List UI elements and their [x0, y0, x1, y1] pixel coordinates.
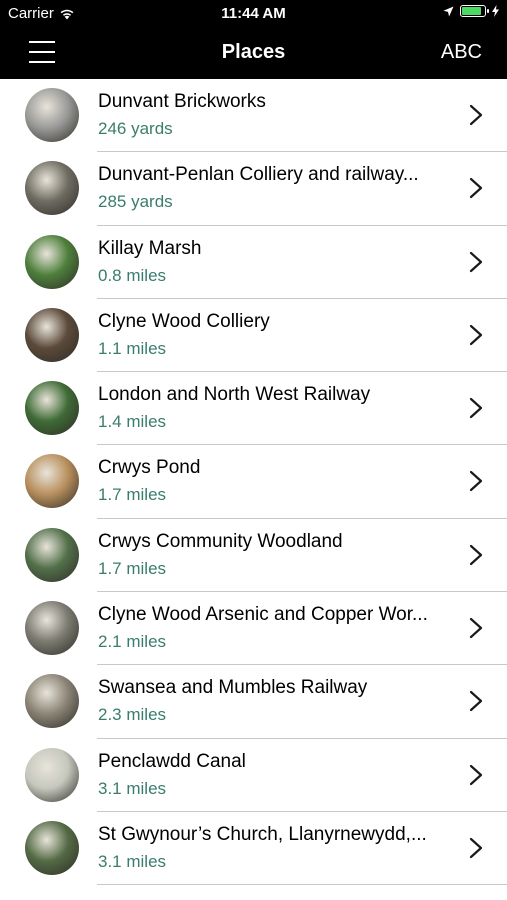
chevron-right-icon — [469, 471, 483, 492]
place-thumbnail — [25, 307, 79, 362]
place-distance: 1.4 miles — [98, 412, 167, 432]
navigation-bar: Places ABC — [0, 28, 507, 79]
list-item[interactable]: St Gwynour’s Church, Llanyrnewydd,... 3.… — [0, 812, 507, 886]
chevron-right-icon — [469, 324, 483, 345]
chevron-right-icon — [469, 104, 483, 126]
place-name: Swansea and Mumbles Railway — [98, 677, 368, 699]
place-name: Dunvant-Penlan Colliery and railway... — [98, 164, 419, 186]
place-thumbnail — [25, 601, 79, 656]
place-distance: 285 yards — [98, 192, 173, 212]
place-name: Crwys Community Woodland — [98, 530, 343, 552]
place-distance: 1.1 miles — [98, 338, 167, 358]
place-name: Killay Marsh — [98, 237, 202, 259]
chevron-right-icon — [469, 764, 483, 785]
places-list: Dunvant Brickworks 246 yards Dunvant-Pen… — [0, 79, 507, 886]
charging-bolt-icon — [492, 5, 499, 17]
place-thumbnail — [25, 527, 79, 582]
place-thumbnail — [25, 747, 79, 802]
place-distance: 3.1 miles — [98, 851, 167, 871]
row-divider — [97, 884, 507, 886]
place-name: St Gwynour’s Church, Llanyrnewydd,... — [98, 823, 427, 845]
sort-abc-button[interactable]: ABC — [441, 41, 482, 64]
page-title: Places — [221, 41, 286, 63]
place-distance: 2.1 miles — [98, 632, 167, 652]
chevron-right-icon — [469, 691, 483, 712]
place-name: Clyne Wood Colliery — [98, 310, 270, 332]
status-right — [443, 5, 499, 17]
status-time: 11:44 AM — [221, 5, 286, 22]
list-item[interactable]: Killay Marsh 0.8 miles — [0, 226, 507, 299]
status-bar: Carrier 11:44 AM — [0, 0, 507, 28]
place-name: Clyne Wood Arsenic and Copper Wor... — [98, 604, 428, 626]
list-item[interactable]: Dunvant Brickworks 246 yards — [0, 79, 507, 153]
battery-icon — [460, 5, 489, 17]
chevron-right-icon — [469, 178, 483, 199]
place-distance: 1.7 miles — [98, 485, 167, 505]
list-item[interactable]: Crwys Community Woodland 1.7 miles — [0, 519, 507, 593]
place-thumbnail — [25, 161, 79, 216]
chevron-right-icon — [469, 398, 483, 419]
place-thumbnail — [25, 88, 79, 142]
place-distance: 0.8 miles — [98, 265, 167, 285]
location-arrow-icon — [443, 6, 454, 16]
place-distance: 1.7 miles — [98, 558, 167, 578]
list-item[interactable]: Clyne Wood Colliery 1.1 miles — [0, 299, 507, 373]
place-name: London and North West Railway — [98, 384, 371, 406]
place-thumbnail — [25, 820, 79, 875]
place-distance: 2.3 miles — [98, 705, 167, 725]
place-thumbnail — [25, 381, 79, 436]
place-distance: 3.1 miles — [98, 778, 167, 798]
list-item[interactable]: Dunvant-Penlan Colliery and railway... 2… — [0, 152, 507, 226]
chevron-right-icon — [469, 837, 483, 859]
list-item[interactable]: Penclawdd Canal 3.1 miles — [0, 739, 507, 812]
list-item[interactable]: Clyne Wood Arsenic and Copper Wor... 2.1… — [0, 592, 507, 666]
chevron-right-icon — [469, 617, 483, 639]
list-item[interactable]: Crwys Pond 1.7 miles — [0, 445, 507, 519]
place-thumbnail — [25, 234, 79, 289]
place-name: Dunvant Brickworks — [98, 91, 266, 112]
place-distance: 246 yards — [98, 119, 173, 138]
place-name: Crwys Pond — [98, 457, 201, 479]
chevron-right-icon — [469, 544, 483, 565]
place-thumbnail — [25, 674, 79, 729]
chevron-right-icon — [469, 251, 483, 272]
place-name: Penclawdd Canal — [98, 750, 246, 772]
list-item[interactable]: London and North West Railway 1.4 miles — [0, 372, 507, 446]
place-thumbnail — [25, 454, 79, 509]
list-item[interactable]: Swansea and Mumbles Railway 2.3 miles — [0, 665, 507, 739]
